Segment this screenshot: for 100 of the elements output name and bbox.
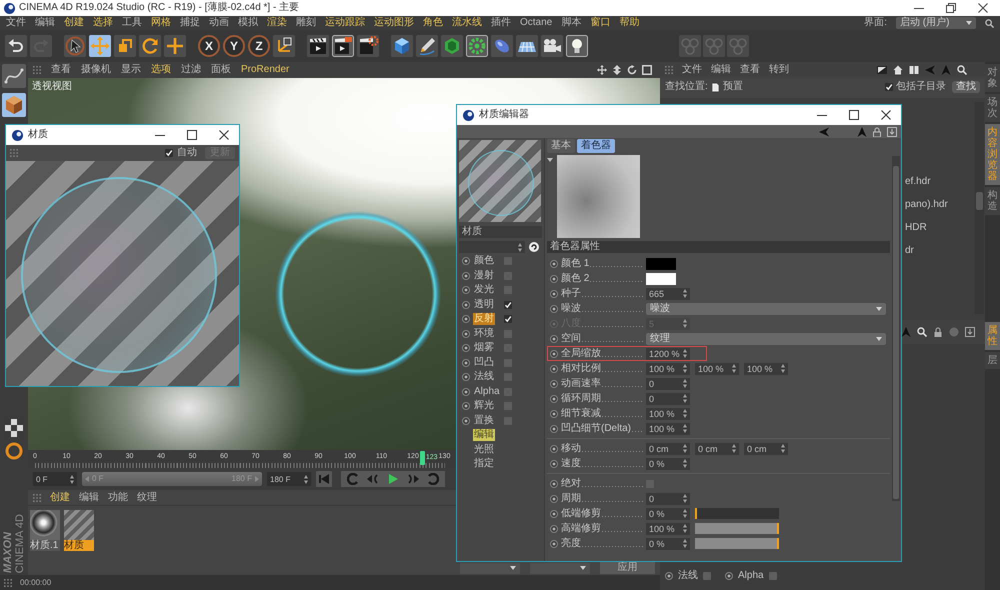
- number-field[interactable]: 0 %: [646, 508, 690, 520]
- channel-item[interactable]: 法线: [473, 371, 495, 384]
- grip-icon[interactable]: [33, 66, 41, 74]
- menu-item[interactable]: ProRender: [241, 64, 290, 76]
- number-field[interactable]: 0: [646, 392, 690, 404]
- slider-track[interactable]: [695, 538, 779, 549]
- cursor-icon[interactable]: [64, 35, 86, 57]
- menu-item[interactable]: 转到: [769, 64, 789, 76]
- lock-icon[interactable]: [872, 126, 882, 136]
- clapperboard-icon[interactable]: [307, 35, 329, 57]
- spinner-arrows-icon[interactable]: [683, 494, 687, 503]
- number-field[interactable]: 0 %: [646, 458, 690, 470]
- checkbox-label[interactable]: 自动: [177, 147, 197, 159]
- camera-icon[interactable]: [541, 35, 563, 57]
- menu-item[interactable]: 选择: [93, 17, 113, 29]
- checkbox[interactable]: [165, 149, 173, 157]
- menu-item[interactable]: 功能: [108, 492, 128, 504]
- tab[interactable]: 着色器: [577, 139, 615, 153]
- radio-icon[interactable]: [725, 572, 733, 580]
- spinner-arrows-icon[interactable]: [683, 459, 687, 468]
- number-field[interactable]: 0 cm: [744, 442, 788, 454]
- menu-item[interactable]: 查看: [740, 64, 760, 76]
- search-location-value[interactable]: 预置: [722, 81, 743, 93]
- grip-icon[interactable]: [33, 494, 41, 502]
- grip-icon[interactable]: [4, 578, 12, 586]
- new-window-icon[interactable]: [887, 126, 897, 136]
- caret-icon[interactable]: [876, 306, 882, 310]
- menu-item[interactable]: 文件: [682, 64, 702, 76]
- channel-item[interactable]: 法线: [677, 570, 699, 582]
- number-field[interactable]: 0: [646, 492, 690, 504]
- file-name[interactable]: ef.hdr: [905, 176, 931, 188]
- channel-item[interactable]: 辉光: [473, 400, 495, 412]
- spinner-arrows-icon[interactable]: [683, 394, 687, 403]
- number-field[interactable]: 0 cm: [695, 442, 739, 454]
- channel-item[interactable]: 烟雾: [473, 342, 495, 354]
- caret-icon[interactable]: [966, 21, 972, 25]
- caret-icon[interactable]: [547, 158, 553, 162]
- page-item[interactable]: 指定: [473, 458, 495, 470]
- file-name[interactable]: HDR: [905, 222, 927, 234]
- axis-lock-button[interactable]: X: [198, 35, 220, 57]
- axis-lock-button[interactable]: Z: [248, 35, 270, 57]
- pen-icon[interactable]: [416, 35, 438, 57]
- number-field[interactable]: 0 cm: [646, 442, 690, 454]
- dropdown-field[interactable]: [459, 241, 525, 253]
- axes-icon[interactable]: [273, 35, 295, 57]
- spinner-arrows-icon[interactable]: [781, 444, 785, 453]
- panel-tab[interactable]: 场次: [985, 94, 1000, 122]
- spinner-arrows-icon[interactable]: [683, 509, 687, 518]
- sphere-thumbnail-drawing[interactable]: [30, 510, 60, 540]
- light-bulb-icon[interactable]: [566, 35, 588, 57]
- close-icon[interactable]: [219, 130, 229, 140]
- minimize-icon[interactable]: [155, 134, 165, 136]
- checkbox[interactable]: [504, 315, 512, 324]
- checkbox-label[interactable]: 包括子目录: [896, 81, 946, 93]
- search-button[interactable]: 查找: [952, 81, 980, 93]
- dropdown-field[interactable]: [530, 562, 590, 574]
- spinner-arrows-icon[interactable]: [732, 444, 736, 453]
- dropdown-field[interactable]: [460, 562, 520, 574]
- menu-item[interactable]: 角色: [423, 17, 443, 29]
- channel-item[interactable]: 透明: [473, 298, 495, 311]
- circle-arrow-icon[interactable]: [529, 242, 539, 252]
- striped-thumbnail-drawing[interactable]: [64, 510, 94, 540]
- checkbox[interactable]: [885, 83, 893, 91]
- caret-icon[interactable]: [580, 566, 586, 570]
- menu-item[interactable]: 查看: [51, 64, 71, 76]
- search-icon[interactable]: [917, 327, 927, 337]
- menu-item[interactable]: 模拟: [238, 17, 258, 29]
- undo-icon[interactable]: [5, 35, 27, 57]
- channel-item[interactable]: 颜色: [473, 255, 495, 268]
- number-field[interactable]: 100 %: [646, 522, 690, 534]
- menu-item[interactable]: 运动跟踪: [325, 17, 365, 29]
- previous-key-icon[interactable]: [367, 473, 379, 485]
- next-key-icon[interactable]: [407, 473, 419, 485]
- home-icon[interactable]: [893, 65, 903, 75]
- checkbox[interactable]: [504, 300, 512, 309]
- cube-icon[interactable]: [2, 93, 26, 117]
- number-field[interactable]: 100 %: [646, 422, 690, 434]
- panel-tab[interactable]: 构造: [985, 187, 1000, 215]
- close-icon[interactable]: [881, 110, 891, 120]
- cube-icon[interactable]: [391, 35, 413, 57]
- spinner-arrows-icon[interactable]: [683, 539, 687, 548]
- menu-item[interactable]: 帮助: [619, 17, 640, 29]
- number-field[interactable]: 100 %: [646, 408, 690, 420]
- spinner-arrows-icon[interactable]: [683, 289, 687, 298]
- spinner-arrows-icon[interactable]: [683, 349, 687, 358]
- checkbox[interactable]: [703, 572, 711, 580]
- dropdown[interactable]: 纹理: [646, 332, 886, 344]
- minimize-icon[interactable]: [817, 114, 827, 116]
- menu-item[interactable]: 创建: [64, 17, 84, 29]
- file-name[interactable]: dr: [905, 245, 914, 257]
- close-icon[interactable]: [978, 3, 988, 13]
- caret-icon[interactable]: [510, 566, 516, 570]
- menu-item[interactable]: 显示: [121, 64, 141, 76]
- restore-icon[interactable]: [946, 3, 956, 13]
- layout-dropdown[interactable]: 启动 (用户): [896, 17, 976, 29]
- clapperboard-icon[interactable]: [332, 35, 354, 57]
- caret-icon[interactable]: [876, 336, 882, 340]
- menu-item[interactable]: 编辑: [79, 492, 99, 504]
- plus-icon[interactable]: [164, 35, 186, 57]
- gear-icon[interactable]: [466, 35, 488, 57]
